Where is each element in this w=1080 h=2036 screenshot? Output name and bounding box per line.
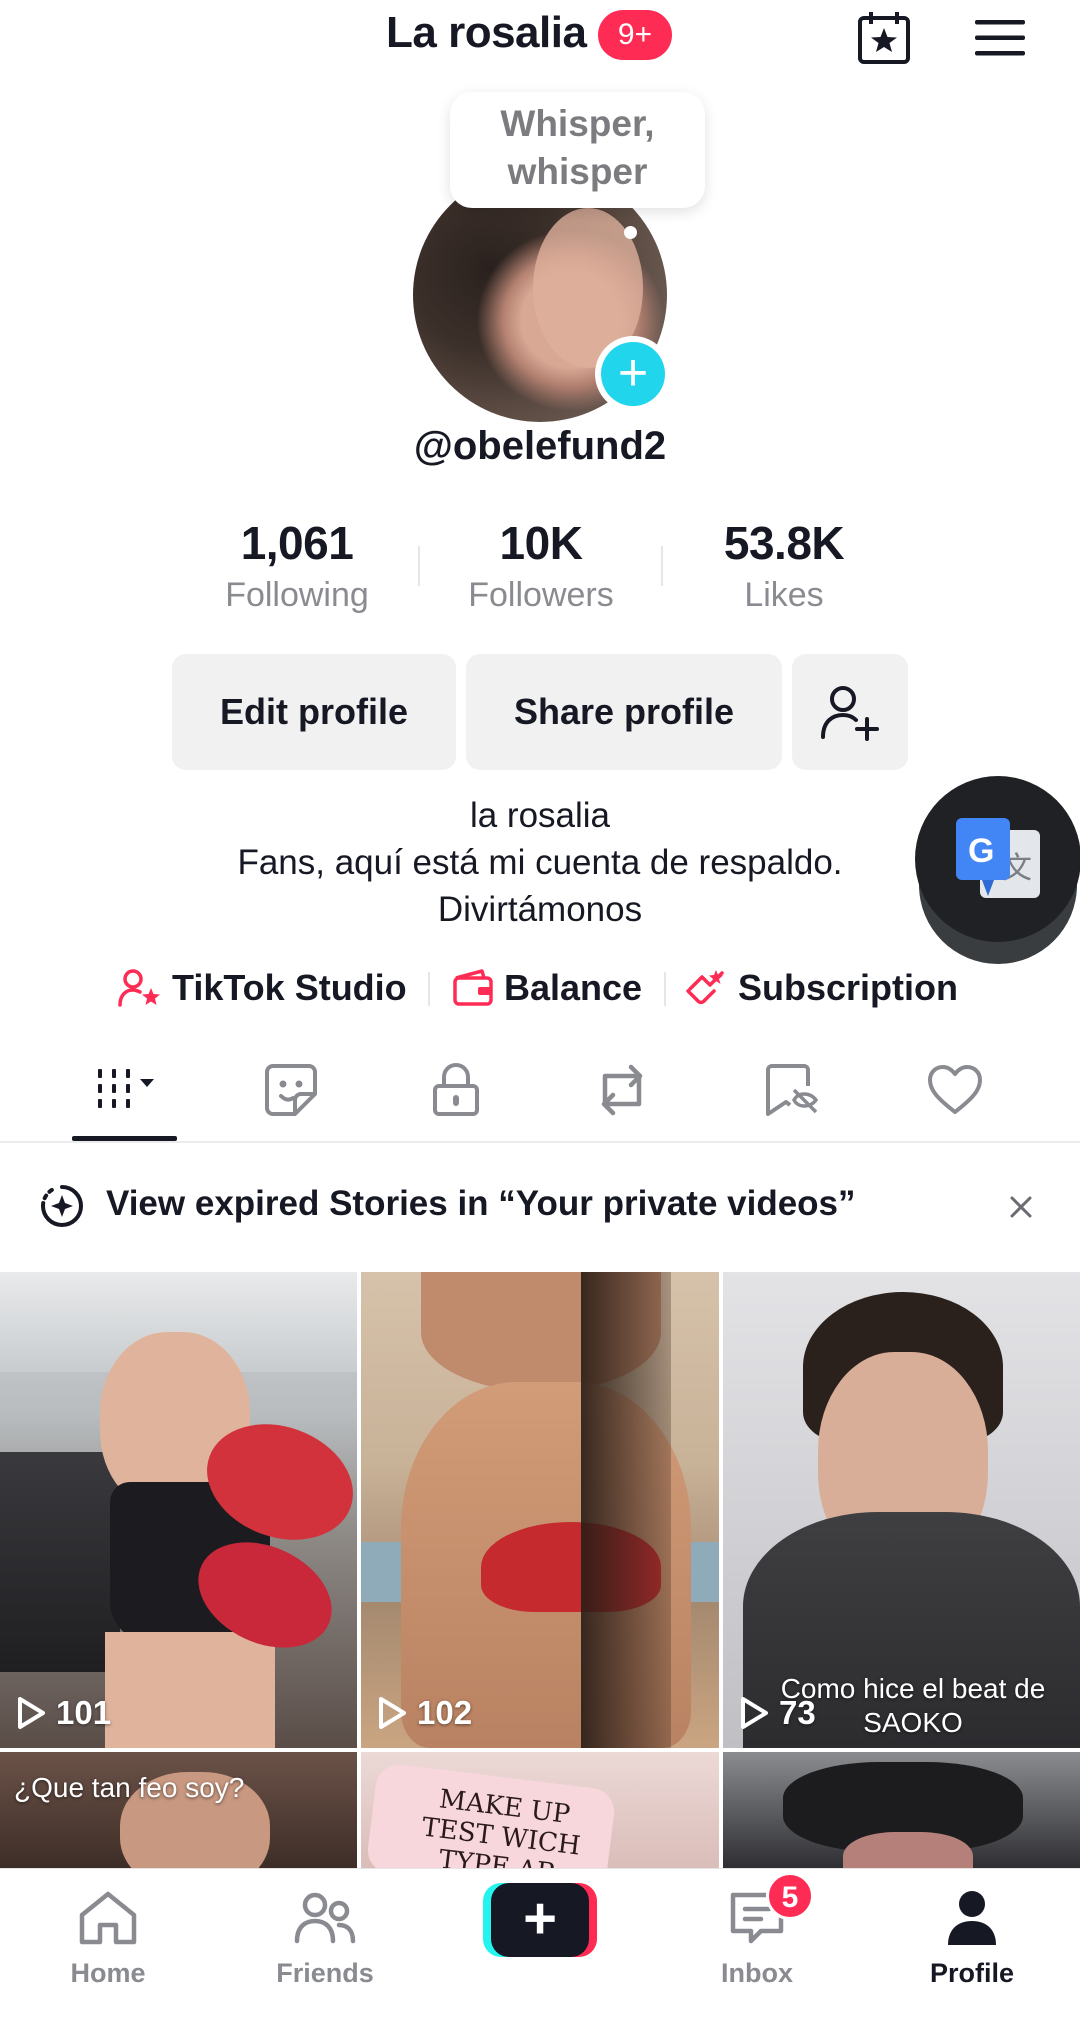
note-bubble[interactable]: Whisper, whisper xyxy=(450,92,705,208)
plus-icon: + xyxy=(601,342,665,406)
nav-friends[interactable]: Friends xyxy=(245,1889,405,1989)
stickers-icon xyxy=(265,1064,317,1116)
nav-home[interactable]: Home xyxy=(28,1889,188,1989)
stories-icon xyxy=(41,1185,83,1227)
close-icon[interactable] xyxy=(998,1184,1044,1230)
video-caption: ¿Que tan feo soy? xyxy=(14,1772,245,1803)
svg-text:G: G xyxy=(968,832,994,870)
create-button[interactable]: + xyxy=(483,1883,597,1957)
menu-icon[interactable] xyxy=(970,8,1030,68)
tab-private[interactable] xyxy=(406,1050,506,1130)
google-translate-icon: 文 G xyxy=(956,818,1040,898)
account-switcher[interactable]: La rosalia xyxy=(386,8,587,58)
tab-reposts[interactable] xyxy=(572,1050,672,1130)
view-count-value: 73 xyxy=(779,1694,816,1731)
edit-profile-button[interactable]: Edit profile xyxy=(172,654,456,770)
share-profile-button[interactable]: Share profile xyxy=(466,654,782,770)
video-thumbnail[interactable]: MAKE UP TEST WICH TYPE AR xyxy=(361,1752,719,1868)
profile-icon xyxy=(948,1891,996,1945)
nav-label: Profile xyxy=(929,1958,1015,1988)
stat-followers[interactable]: 10K Followers xyxy=(431,516,651,615)
bottom-nav: Home Friends + Inbox Profile xyxy=(0,1868,1080,2036)
note-line-2: whisper xyxy=(507,151,648,192)
repost-icon xyxy=(601,1064,643,1116)
link-label: Balance xyxy=(504,967,643,1008)
link-divider xyxy=(664,972,666,1006)
tab-liked[interactable] xyxy=(905,1050,1005,1130)
stat-following[interactable]: 1,061 Following xyxy=(187,516,407,615)
video-thumbnail[interactable]: Como hice el beat de SAOKO 73 xyxy=(723,1272,1080,1748)
note-line-1: Whisper, xyxy=(500,103,655,144)
tab-favorites[interactable] xyxy=(742,1050,842,1130)
lock-icon xyxy=(433,1063,479,1116)
stat-value: 53.8K xyxy=(723,517,845,569)
stat-label: Followers xyxy=(468,576,614,614)
view-count: 102 xyxy=(377,1694,472,1732)
tiktok-studio-link[interactable]: TikTok Studio xyxy=(118,962,407,1014)
view-count: 101 xyxy=(16,1694,111,1732)
video-thumbnail[interactable]: ¿Que tan feo soy? xyxy=(0,1752,357,1868)
nav-label: Inbox xyxy=(721,1958,793,1988)
bubble-tail xyxy=(624,226,637,239)
view-count: 73 xyxy=(739,1694,816,1732)
stat-likes[interactable]: 53.8K Likes xyxy=(674,516,894,615)
link-label: TikTok Studio xyxy=(172,967,407,1008)
stat-value: 1,061 xyxy=(240,517,354,569)
nav-label: Home xyxy=(70,1958,146,1988)
tab-videos[interactable] xyxy=(74,1050,174,1130)
link-label: Subscription xyxy=(738,967,959,1008)
inbox-badge: 5 xyxy=(766,1872,814,1920)
link-divider xyxy=(428,972,430,1006)
videos-grid-icon xyxy=(98,1069,154,1108)
play-icon xyxy=(18,1697,45,1729)
translate-face: 文 G xyxy=(915,776,1080,942)
view-count-value: 101 xyxy=(56,1694,112,1731)
wallet-icon xyxy=(453,969,493,1006)
video-thumbnail[interactable]: 101 xyxy=(0,1272,357,1748)
liked-icon xyxy=(928,1065,982,1114)
nav-profile[interactable]: Profile xyxy=(892,1889,1052,1989)
video-grid: 101 102 Como hice el beat de SAOKO 73 ¿Q… xyxy=(0,1272,1080,1868)
studio-icon xyxy=(118,969,160,1007)
notification-badge[interactable]: 9+ xyxy=(598,10,672,60)
friends-icon xyxy=(294,1892,356,1944)
add-friend-button[interactable] xyxy=(792,654,908,770)
nav-label: Friends xyxy=(276,1958,374,1988)
favorites-icon xyxy=(766,1064,819,1116)
stat-divider xyxy=(661,546,663,586)
stat-divider xyxy=(418,546,420,586)
balance-link[interactable]: Balance xyxy=(452,962,642,1014)
subscription-icon xyxy=(686,970,724,1005)
profile-handle: @obelefund2 xyxy=(413,424,667,468)
play-icon xyxy=(379,1697,406,1729)
plus-icon: + xyxy=(491,1883,589,1957)
stat-value: 10K xyxy=(499,517,583,569)
calendar-star-icon[interactable] xyxy=(854,8,914,68)
add-user-icon xyxy=(821,686,879,741)
banner-text: View expired Stories in “Your private vi… xyxy=(106,1184,856,1223)
view-count-value: 102 xyxy=(417,1694,473,1731)
play-icon xyxy=(741,1697,768,1729)
top-bar: La rosalia 9+ xyxy=(0,0,1080,90)
add-story-button[interactable]: + xyxy=(595,336,671,412)
home-icon xyxy=(79,1891,137,1945)
video-thumbnail[interactable] xyxy=(723,1752,1080,1868)
translate-button[interactable]: 文 G xyxy=(915,776,1080,968)
video-thumbnail[interactable]: 102 xyxy=(361,1272,719,1748)
stat-label: Following xyxy=(225,576,369,614)
subscription-link[interactable]: Subscription xyxy=(684,962,958,1014)
nav-inbox[interactable]: Inbox xyxy=(677,1889,837,1989)
stat-label: Likes xyxy=(744,576,824,614)
tab-stickers[interactable] xyxy=(241,1050,341,1130)
